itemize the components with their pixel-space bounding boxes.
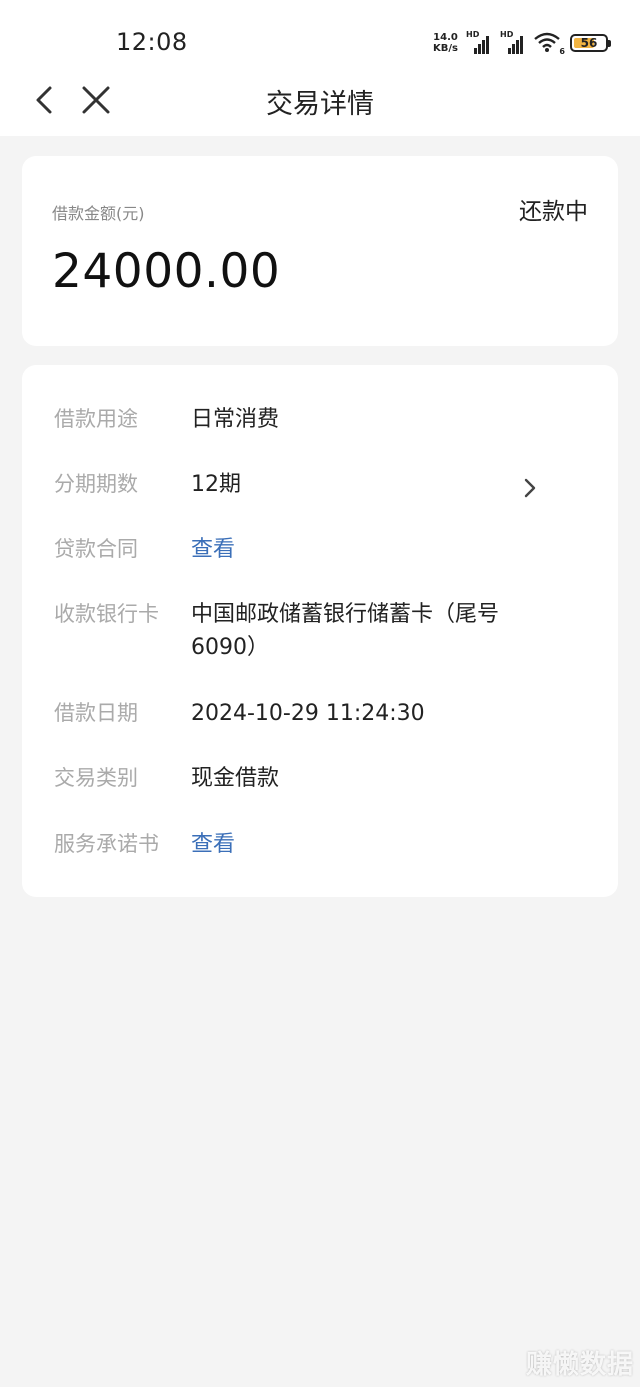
- status-time: 12:08: [116, 28, 188, 56]
- net-speed-unit: KB/s: [433, 43, 458, 54]
- detail-value: 2024-10-29 11:24:30: [191, 701, 425, 726]
- chevron-right-icon[interactable]: [520, 476, 540, 500]
- nav-bar: 交易详情: [0, 70, 640, 136]
- repayment-status: 还款中: [519, 199, 588, 225]
- view-commitment-link[interactable]: 查看: [191, 828, 571, 861]
- wifi-tag: 6: [559, 47, 565, 56]
- detail-label: 交易类别: [54, 766, 138, 790]
- detail-label: 分期期数: [54, 472, 138, 496]
- page-title: 交易详情: [266, 89, 374, 120]
- detail-value: 日常消费: [191, 407, 280, 432]
- battery-icon: 56: [570, 34, 611, 52]
- detail-label: 贷款合同: [54, 537, 138, 561]
- detail-label: 服务承诺书: [54, 832, 159, 856]
- view-contract-link[interactable]: 查看: [191, 533, 571, 566]
- detail-value: 中国邮政储蓄银行储蓄卡（尾号6090）: [191, 602, 500, 660]
- signal-hd-label-2: HD: [500, 30, 514, 39]
- net-speed-value: 14.0: [433, 32, 458, 43]
- loan-amount-label: 借款金额(元): [52, 204, 145, 223]
- detail-label: 借款日期: [54, 701, 138, 725]
- net-speed-indicator: 14.0 KB/s: [433, 32, 458, 54]
- loan-amount-value: 24000.00: [52, 244, 281, 299]
- detail-label: 收款银行卡: [54, 602, 159, 626]
- loan-amount-card: 借款金额(元) 还款中 24000.00: [22, 156, 618, 346]
- detail-value: 12期: [191, 472, 241, 497]
- watermark: 赚懒数据: [525, 1350, 634, 1380]
- detail-row-installments[interactable]: 分期期数 12期: [22, 468, 618, 502]
- wifi-icon: 6: [534, 32, 565, 56]
- status-bar: 12:08 14.0 KB/s HD HD 6 56: [0, 0, 640, 70]
- loan-detail-card: 借款用途 日常消费 分期期数 12期 贷款合同 查看 收款银行卡 中国邮政储蓄银…: [22, 365, 618, 897]
- signal-icon: HD: [466, 30, 492, 54]
- status-icons: 14.0 KB/s HD HD 6 56: [433, 30, 611, 56]
- signal-hd-label: HD: [466, 30, 480, 39]
- detail-value: 现金借款: [191, 766, 280, 791]
- battery-level: 56: [580, 36, 598, 50]
- phone-screen: 12:08 14.0 KB/s HD HD 6 56 交易详情 借款金额(元) …: [0, 0, 640, 1387]
- detail-label: 借款用途: [54, 407, 138, 431]
- signal-icon-2: HD: [500, 30, 526, 54]
